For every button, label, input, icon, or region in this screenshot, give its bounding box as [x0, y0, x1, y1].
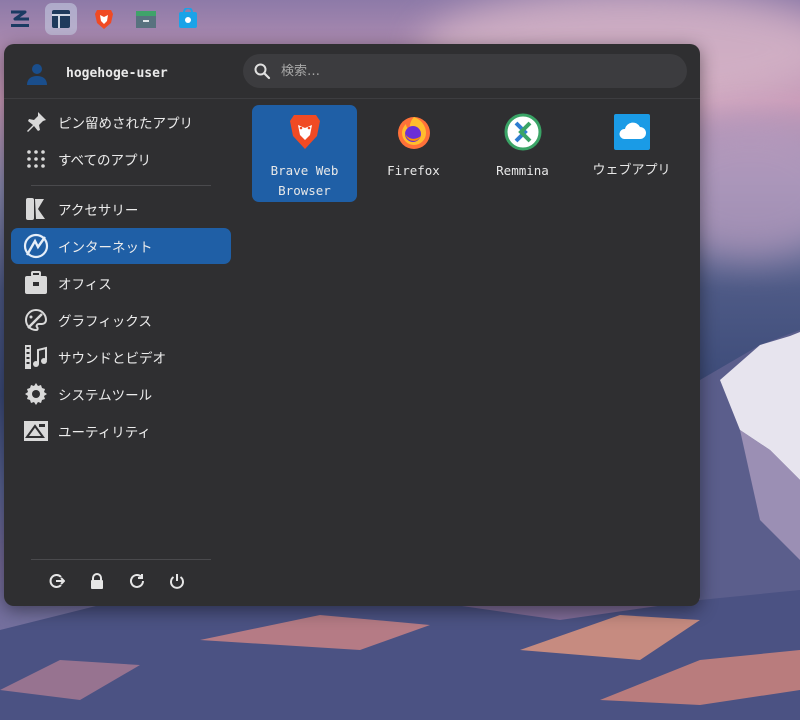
category-label: システムツール	[58, 388, 153, 404]
category-label: インターネット	[58, 240, 153, 256]
app-label: Firefox	[387, 163, 440, 178]
app-label: Brave Web Browser	[271, 161, 339, 201]
multimedia-icon	[23, 344, 49, 370]
accessories-icon	[23, 196, 49, 222]
restart-icon[interactable]	[128, 572, 146, 590]
header-divider	[4, 98, 700, 99]
app-menu: hogehoge-user ピン留めされたアプリ すべてのアプリ アクセサリー	[4, 44, 700, 606]
office-icon	[23, 270, 49, 296]
category-office[interactable]: オフィス	[11, 265, 231, 301]
webapps-icon	[613, 113, 651, 151]
window-menu-icon[interactable]	[45, 3, 77, 35]
category-label: オフィス	[58, 277, 112, 293]
graphics-icon	[23, 307, 49, 333]
user-section[interactable]: hogehoge-user	[24, 58, 168, 88]
top-panel	[0, 0, 800, 38]
software-store-icon[interactable]	[172, 3, 204, 35]
firefox-icon	[395, 113, 433, 151]
system-tools-icon	[23, 381, 49, 407]
user-name: hogehoge-user	[66, 65, 168, 81]
lock-icon[interactable]	[88, 572, 106, 590]
file-manager-icon[interactable]	[130, 3, 162, 35]
zorin-logo-icon[interactable]	[4, 3, 36, 35]
category-label: すべてのアプリ	[58, 153, 152, 169]
app-label: Remmina	[496, 163, 549, 178]
app-brave[interactable]: Brave Web Browser	[252, 105, 357, 202]
category-label: ピン留めされたアプリ	[58, 116, 193, 132]
remmina-icon	[504, 113, 542, 151]
category-label: グラフィックス	[58, 314, 152, 330]
category-utilities[interactable]: ユーティリティ	[11, 413, 231, 449]
search-input[interactable]	[279, 62, 663, 80]
search-icon	[254, 63, 271, 80]
pin-icon	[23, 109, 49, 135]
brave-icon[interactable]	[88, 3, 120, 35]
category-label: アクセサリー	[58, 203, 139, 219]
app-label: ウェブアプリ	[592, 163, 671, 178]
app-remmina[interactable]: Remmina	[470, 105, 575, 202]
category-pinned[interactable]: ピン留めされたアプリ	[11, 104, 231, 140]
footer-divider	[31, 559, 211, 560]
category-label: サウンドとビデオ	[58, 351, 166, 367]
category-accessories[interactable]: アクセサリー	[11, 191, 231, 227]
app-webapps[interactable]: ウェブアプリ	[579, 105, 684, 202]
app-label-line2: Browser	[278, 183, 331, 198]
power-icon[interactable]	[168, 572, 186, 590]
logout-icon[interactable]	[48, 572, 66, 590]
utilities-icon	[23, 418, 49, 444]
session-actions	[48, 572, 186, 590]
category-graphics[interactable]: グラフィックス	[11, 302, 231, 338]
grid-icon	[23, 146, 49, 172]
category-system-tools[interactable]: システムツール	[11, 376, 231, 412]
category-label: ユーティリティ	[58, 425, 151, 441]
app-label-line1: Brave Web	[270, 163, 339, 178]
category-all-apps[interactable]: すべてのアプリ	[11, 141, 231, 177]
brave-icon	[286, 113, 324, 151]
internet-icon	[23, 233, 49, 259]
category-internet[interactable]: インターネット	[11, 228, 231, 264]
search-box[interactable]	[243, 54, 687, 88]
app-firefox[interactable]: Firefox	[361, 105, 466, 202]
category-sound-video[interactable]: サウンドとビデオ	[11, 339, 231, 375]
category-divider	[31, 185, 211, 186]
user-avatar-icon	[24, 60, 50, 86]
